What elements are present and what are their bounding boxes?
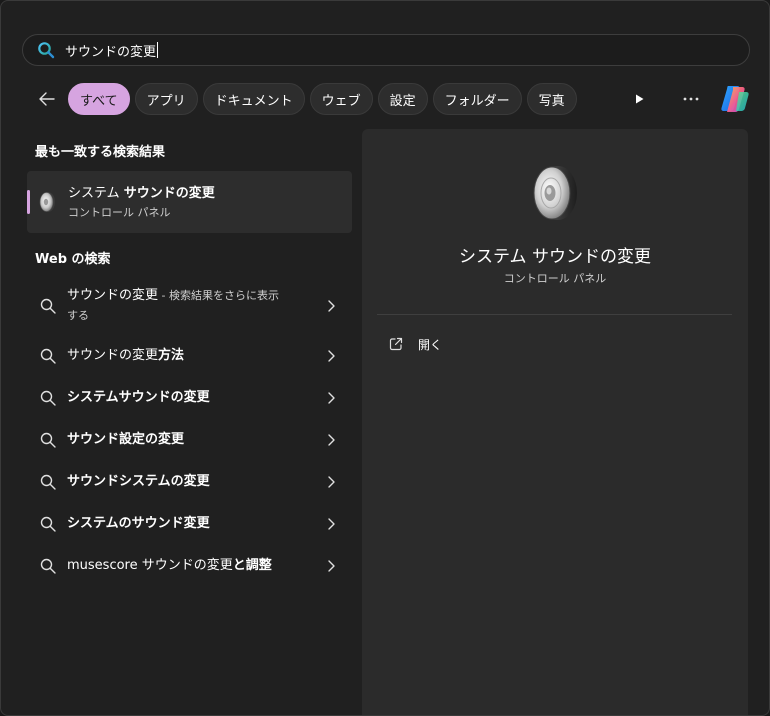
web-result-label: サウンドの変更方法 (67, 346, 324, 366)
filter-toolbar: すべて アプリ ドキュメント ウェブ 設定 フォルダー 写真 (31, 83, 751, 115)
web-result-row[interactable]: サウンド設定の変更 (27, 419, 352, 461)
back-button[interactable] (31, 83, 63, 115)
filter-chip-apps[interactable]: アプリ (134, 83, 198, 115)
open-external-icon (389, 337, 403, 351)
search-icon (38, 42, 55, 59)
more-filters-button[interactable] (623, 83, 655, 115)
web-result-text: サウンドの変更 (67, 348, 159, 363)
web-result-row[interactable]: サウンドの変更 - 検索結果をさらに表示する (27, 284, 352, 328)
search-icon (40, 516, 56, 532)
web-result-label: サウンド設定の変更 (67, 432, 185, 447)
copilot-icon (721, 86, 749, 112)
chevron-right-icon (328, 518, 335, 530)
filter-chip-documents[interactable]: ドキュメント (202, 83, 305, 115)
more-options-button[interactable] (675, 83, 707, 115)
best-match-title: システム サウンドの変更 (68, 182, 215, 201)
chevron-right-icon (328, 392, 335, 404)
search-input[interactable]: サウンドの変更 (22, 34, 750, 66)
web-result-row[interactable]: サウンドシステムの変更 (27, 461, 352, 503)
filter-chip-photos[interactable]: 写真 (526, 83, 577, 115)
search-icon (40, 474, 56, 490)
search-icon (40, 298, 56, 314)
search-panel: サウンドの変更 すべて アプリ ドキュメント ウェブ 設定 フォルダー 写真 最… (0, 0, 770, 716)
toolbar-right-actions (603, 83, 751, 115)
selection-indicator (27, 190, 30, 214)
web-result-row[interactable]: システムのサウンド変更 (27, 503, 352, 545)
search-icon (40, 390, 56, 406)
web-result-label: musescore サウンドの変更と調整 (67, 556, 324, 576)
ellipsis-icon (683, 97, 699, 101)
play-icon (636, 94, 644, 104)
filter-chip-folders[interactable]: フォルダー (432, 83, 522, 115)
speaker-icon (39, 192, 55, 212)
web-result-row[interactable]: musescore サウンドの変更と調整 (27, 545, 352, 587)
web-result-label: サウンドシステムの変更 (67, 474, 210, 489)
chevron-right-icon (328, 560, 335, 572)
best-match-item[interactable]: システム サウンドの変更 コントロール パネル (27, 171, 352, 233)
chevron-right-icon (328, 476, 335, 488)
web-result-row[interactable]: サウンドの変更方法 (27, 335, 352, 377)
filter-chip-settings[interactable]: 設定 (377, 83, 428, 115)
preview-title: システム サウンドの変更 (459, 247, 651, 267)
text-caret (157, 42, 159, 58)
filter-chip-web[interactable]: ウェブ (309, 83, 373, 115)
web-result-label: サウンドの変更 - 検索結果をさらに表示する (67, 286, 282, 326)
open-action[interactable]: 開く (388, 334, 442, 354)
speaker-icon (533, 166, 577, 220)
web-result-row[interactable]: システムサウンドの変更 (27, 377, 352, 419)
web-result-text: musescore サウンドの変更 (67, 558, 233, 573)
search-icon (40, 432, 56, 448)
open-label: 開く (418, 337, 443, 352)
web-result-text: サウンドの変更 (67, 288, 159, 303)
best-match-subtitle: コントロール パネル (68, 206, 171, 219)
web-result-label: システムのサウンド変更 (67, 516, 210, 531)
web-search-heading: Web の検索 (35, 252, 111, 267)
best-match-title-plain: システム (68, 186, 124, 201)
best-match-heading: 最も一致する検索結果 (35, 145, 166, 160)
preview-pane: システム サウンドの変更 コントロール パネル 開く (362, 129, 748, 715)
search-icon (40, 558, 56, 574)
search-query-text: サウンドの変更 (65, 44, 157, 60)
web-result-label: システムサウンドの変更 (67, 390, 210, 405)
best-match-title-bold: サウンドの変更 (123, 186, 215, 201)
copilot-button[interactable] (719, 83, 751, 115)
filter-chip-all[interactable]: すべて (68, 83, 130, 115)
divider (377, 314, 732, 315)
web-result-bold: 方法 (158, 348, 185, 363)
web-result-bold: と調整 (232, 558, 272, 573)
arrow-left-icon (39, 92, 55, 106)
chevron-right-icon (328, 434, 335, 446)
preview-subtitle: コントロール パネル (503, 272, 607, 285)
search-icon (40, 348, 56, 364)
chevron-right-icon (328, 350, 335, 362)
chevron-right-icon (328, 300, 335, 312)
